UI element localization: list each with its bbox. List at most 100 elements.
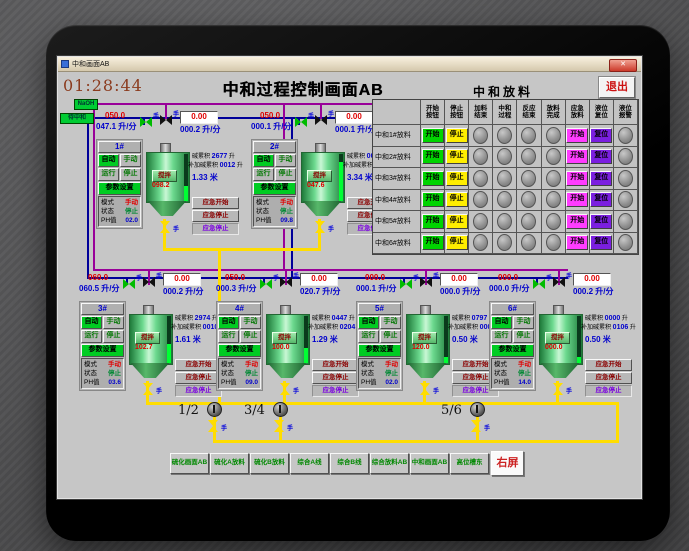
nav-button[interactable]: 综合A线: [290, 453, 329, 474]
valve-icon[interactable]: [420, 277, 432, 287]
stop-button[interactable]: 停止: [275, 168, 296, 181]
emergency-start-button[interactable]: 应急开始: [585, 359, 632, 371]
valve-icon[interactable]: [400, 279, 412, 289]
valve-icon[interactable]: [553, 277, 565, 287]
emergency-stop-button[interactable]: 应急停止: [192, 210, 239, 222]
auto-button[interactable]: 自动: [98, 154, 119, 167]
valve-icon[interactable]: [280, 277, 292, 287]
row-start-button[interactable]: 开始: [421, 213, 444, 229]
manual-button[interactable]: 手动: [380, 316, 401, 329]
vessel-button[interactable]: 搅拌: [307, 170, 332, 182]
row-reset-button[interactable]: 复位: [590, 235, 613, 251]
valve-icon[interactable]: [140, 117, 152, 127]
manual-button[interactable]: 手动: [103, 316, 124, 329]
emergency-start-button[interactable]: 应急开始: [312, 359, 359, 371]
row-emergency-button[interactable]: 开始: [566, 127, 589, 143]
vessel-button[interactable]: 搅拌: [545, 332, 570, 344]
row-reset-button[interactable]: 复位: [590, 192, 613, 208]
params-button[interactable]: 参数设置: [218, 344, 261, 357]
row-reset-button[interactable]: 复位: [590, 127, 613, 143]
row-start-button[interactable]: 开始: [421, 149, 444, 165]
valve-icon[interactable]: [143, 383, 153, 395]
params-button[interactable]: 参数设置: [491, 344, 534, 357]
run-button[interactable]: 运行: [358, 330, 379, 343]
row-start-button[interactable]: 开始: [421, 127, 444, 143]
nav-button[interactable]: 硫化A放料: [210, 453, 249, 474]
right-screen-button[interactable]: 右屏: [491, 451, 524, 476]
emergency-start-button[interactable]: 应急开始: [192, 197, 239, 209]
stop-button[interactable]: 停止: [380, 330, 401, 343]
run-button[interactable]: 运行: [491, 330, 512, 343]
manual-button[interactable]: 手动: [120, 154, 141, 167]
valve-icon[interactable]: [160, 221, 170, 233]
emergency-stop-button[interactable]: 应急停止: [312, 372, 359, 384]
valve-icon[interactable]: [143, 277, 155, 287]
row-start-button[interactable]: 开始: [421, 170, 444, 186]
nav-button[interactable]: 高位槽东: [450, 453, 489, 474]
pump-icon[interactable]: [470, 402, 485, 417]
valve-icon[interactable]: [280, 383, 290, 395]
params-button[interactable]: 参数设置: [98, 182, 141, 195]
close-icon[interactable]: ✕: [609, 59, 637, 72]
manual-button[interactable]: 手动: [513, 316, 534, 329]
row-emergency-button[interactable]: 开始: [566, 192, 589, 208]
flow2-setpoint-box[interactable]: 0.00: [573, 273, 611, 286]
run-button[interactable]: 运行: [81, 330, 102, 343]
flow2-setpoint-box[interactable]: 0.00: [163, 273, 201, 286]
row-stop-button[interactable]: 停止: [445, 127, 468, 143]
flow2-setpoint-box[interactable]: 0.00: [335, 111, 373, 124]
row-stop-button[interactable]: 停止: [445, 235, 468, 251]
row-stop-button[interactable]: 停止: [445, 213, 468, 229]
row-emergency-button[interactable]: 开始: [566, 149, 589, 165]
row-emergency-button[interactable]: 开始: [566, 170, 589, 186]
row-reset-button[interactable]: 复位: [590, 149, 613, 165]
run-button[interactable]: 运行: [98, 168, 119, 181]
run-button[interactable]: 运行: [218, 330, 239, 343]
auto-button[interactable]: 自动: [218, 316, 239, 329]
valve-icon[interactable]: [123, 279, 135, 289]
emergency-stop-button[interactable]: 应急停止: [175, 372, 222, 384]
emergency-start-button[interactable]: 应急开始: [175, 359, 222, 371]
row-stop-button[interactable]: 停止: [445, 170, 468, 186]
params-button[interactable]: 参数设置: [81, 344, 124, 357]
auto-button[interactable]: 自动: [358, 316, 379, 329]
params-button[interactable]: 参数设置: [253, 182, 296, 195]
nav-button[interactable]: 中和画面AB: [410, 453, 449, 474]
nav-button[interactable]: 综合B线: [330, 453, 369, 474]
run-button[interactable]: 运行: [253, 168, 274, 181]
row-emergency-button[interactable]: 开始: [566, 235, 589, 251]
nav-button[interactable]: 硫化画面AB: [170, 453, 209, 474]
valve-icon[interactable]: [533, 279, 545, 289]
auto-button[interactable]: 自动: [491, 316, 512, 329]
pump-icon[interactable]: [273, 402, 288, 417]
valve-icon[interactable]: [553, 383, 563, 395]
flow2-setpoint-box[interactable]: 0.00: [300, 273, 338, 286]
row-start-button[interactable]: 开始: [421, 235, 444, 251]
stop-button[interactable]: 停止: [120, 168, 141, 181]
row-emergency-button[interactable]: 开始: [566, 213, 589, 229]
stop-button[interactable]: 停止: [103, 330, 124, 343]
flow2-setpoint-box[interactable]: 0.00: [440, 273, 478, 286]
manual-button[interactable]: 手动: [275, 154, 296, 167]
nav-button[interactable]: 硫化B放料: [250, 453, 289, 474]
vessel-button[interactable]: 搅拌: [135, 332, 160, 344]
row-start-button[interactable]: 开始: [421, 192, 444, 208]
valve-icon[interactable]: [315, 221, 325, 233]
valve-icon[interactable]: [295, 117, 307, 127]
vessel-button[interactable]: 搅拌: [412, 332, 437, 344]
auto-button[interactable]: 自动: [81, 316, 102, 329]
manual-button[interactable]: 手动: [240, 316, 261, 329]
valve-icon[interactable]: [315, 115, 327, 125]
stop-button[interactable]: 停止: [513, 330, 534, 343]
flow2-setpoint-box[interactable]: 0.00: [180, 111, 218, 124]
row-stop-button[interactable]: 停止: [445, 149, 468, 165]
valve-icon[interactable]: [471, 420, 481, 432]
row-reset-button[interactable]: 复位: [590, 213, 613, 229]
valve-icon[interactable]: [160, 115, 172, 125]
vessel-button[interactable]: 搅拌: [152, 170, 177, 182]
stop-button[interactable]: 停止: [240, 330, 261, 343]
valve-icon[interactable]: [208, 420, 218, 432]
vessel-button[interactable]: 搅拌: [272, 332, 297, 344]
valve-icon[interactable]: [260, 279, 272, 289]
nav-button[interactable]: 综合放料AB: [370, 453, 409, 474]
